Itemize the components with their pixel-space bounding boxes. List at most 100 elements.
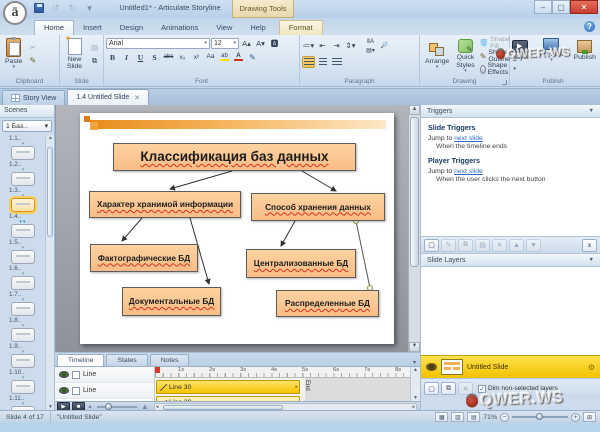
arrange-button[interactable]: Arrange ▾	[422, 42, 452, 70]
slide-layout-button[interactable]: ▤	[88, 42, 101, 54]
shape-box-distributed[interactable]: Распределенные БД	[276, 290, 379, 317]
scene-item-1.10[interactable]: 1.10.. ▾	[1, 369, 45, 394]
slide-thumbnail[interactable]	[11, 172, 35, 186]
quick-styles-button[interactable]: Quick Styles ▾	[453, 38, 478, 73]
align-center-button[interactable]	[316, 56, 329, 68]
lock-checkbox[interactable]	[72, 370, 80, 379]
timeline-object-row[interactable]: Line	[55, 367, 154, 383]
move-down-button[interactable]: ▼	[526, 238, 541, 252]
next-slide-link[interactable]: next slide	[454, 168, 483, 175]
slide-thumbnail[interactable]	[11, 198, 35, 212]
visibility-eye-icon[interactable]	[59, 371, 69, 378]
visibility-eye-icon[interactable]	[59, 387, 69, 394]
scroll-up-icon[interactable]: ▲	[413, 367, 418, 373]
shape-box-storage-method[interactable]: Способ хранения данных	[251, 193, 385, 221]
view-feedback-button[interactable]: ▤	[467, 412, 481, 422]
slide-trigger-item[interactable]: Jump to next slide	[428, 135, 593, 142]
grow-font-button[interactable]: A▴	[240, 37, 253, 49]
duplicate-layer-button[interactable]: ⧉	[441, 382, 456, 395]
slide-thumbnail[interactable]	[11, 276, 35, 290]
bar-resize-handle[interactable]: ▸	[295, 384, 298, 390]
publish-button[interactable]: Publish	[571, 39, 599, 62]
scene-item-1.5[interactable]: 1.5.. ▾	[1, 239, 45, 264]
scene-item-1.7[interactable]: 1.7.. ▾	[1, 291, 45, 316]
timeline-vertical-scrollbar[interactable]: ▲ ▼	[410, 367, 420, 401]
slide-thumbnail[interactable]	[11, 302, 35, 316]
shape-box-character[interactable]: Характер хранимой информации	[89, 191, 241, 218]
clear-formatting-button[interactable]: 🅰	[268, 37, 281, 49]
font-family-select[interactable]: Arial ▾	[106, 37, 210, 49]
shape-box-factual[interactable]: Фактографические БД	[90, 244, 198, 272]
scene-item-1.11[interactable]: 1.11.. ▾	[1, 395, 45, 410]
slide-layers-panel-header[interactable]: Slide Layers ▼	[421, 254, 600, 267]
base-layer-row[interactable]: Untitled Slide ⚙	[421, 355, 600, 378]
scene-dropdown[interactable]: 1 Баз... ▾	[2, 120, 52, 132]
scrollbar-thumb[interactable]	[162, 404, 283, 410]
increase-indent-button[interactable]: ⇥	[330, 40, 343, 52]
scroll-down-icon[interactable]: ▼	[409, 342, 420, 352]
preview-button[interactable]: Preview ▾	[536, 37, 566, 63]
shrink-font-button[interactable]: A▾	[254, 37, 267, 49]
ribbon-tab-view[interactable]: View	[207, 21, 241, 35]
dim-layers-checkbox[interactable]: ✓ Dim non-selected layers	[478, 384, 558, 393]
ribbon-tab-home[interactable]: Home	[34, 20, 75, 35]
move-up-button[interactable]: ▲	[509, 238, 524, 252]
find-button[interactable]: 🔎	[378, 40, 391, 52]
text-shadow-button[interactable]: S	[148, 51, 161, 63]
font-color-button[interactable]: A	[232, 51, 245, 63]
ribbon-tab-format[interactable]: Format	[278, 20, 323, 35]
new-layer-button[interactable]: ▢	[424, 382, 439, 395]
player-button[interactable]: ▶ Player	[507, 39, 532, 62]
align-left-button[interactable]	[302, 56, 315, 68]
delete-layer-button[interactable]: ✕	[458, 382, 473, 395]
ribbon-tab-design[interactable]: Design	[111, 21, 152, 35]
view-story-button[interactable]: ▦	[435, 412, 449, 422]
bullets-button[interactable]: ≔▾	[302, 40, 315, 52]
superscript-button[interactable]: x²	[190, 51, 203, 63]
italic-button[interactable]: I	[120, 51, 133, 63]
manage-variables-button[interactable]: x	[582, 238, 597, 252]
scene-item-1.2[interactable]: 1.2.. ▾	[1, 161, 45, 186]
layer-eye-icon[interactable]	[426, 363, 437, 371]
align-right-button[interactable]	[330, 56, 343, 68]
zoom-out-button[interactable]: −	[500, 412, 509, 422]
timeline-object-row[interactable]: Line	[55, 383, 154, 399]
slide-thumbnail[interactable]	[11, 380, 35, 394]
app-logo[interactable]: ā	[3, 1, 27, 25]
help-icon[interactable]: ?	[584, 21, 595, 32]
strikethrough-button[interactable]: abc	[162, 51, 175, 63]
tab-notes[interactable]: Notes	[149, 354, 190, 366]
save-button[interactable]	[32, 2, 45, 14]
tab-states[interactable]: States	[106, 354, 148, 366]
scrollbar-thumb[interactable]	[410, 117, 419, 267]
scene-item-1.9[interactable]: 1.9.. ▾	[1, 343, 45, 368]
bold-button[interactable]: B	[106, 51, 119, 63]
new-trigger-button[interactable]: ▢	[424, 238, 439, 252]
fit-to-window-button[interactable]: ⊞	[583, 412, 596, 422]
close-tab-icon[interactable]: ✕	[134, 94, 140, 102]
underline-button[interactable]: U	[134, 51, 147, 63]
maximize-button[interactable]: ▢	[552, 0, 570, 14]
scroll-up-icon[interactable]: ▲	[409, 105, 420, 115]
paste-button[interactable]: Paste ▾	[2, 37, 25, 70]
cut-button[interactable]: ✂	[26, 41, 39, 53]
change-case-button[interactable]: Aa	[204, 51, 217, 63]
slide-thumbnail[interactable]	[11, 328, 35, 342]
edit-trigger-button[interactable]: ✎	[441, 238, 456, 252]
zoom-out-mountain-icon[interactable]: ▲	[87, 404, 93, 410]
next-slide-link[interactable]: next slide	[454, 135, 483, 142]
paste-trigger-button[interactable]: ▤	[475, 238, 490, 252]
minimize-button[interactable]: –	[534, 0, 552, 14]
playhead-icon[interactable]	[155, 367, 160, 373]
ribbon-tab-help[interactable]: Help	[241, 21, 274, 35]
triggers-panel-header[interactable]: Triggers ▼	[421, 105, 600, 118]
new-slide-button[interactable]: New Slide	[62, 34, 87, 71]
slide-thumbnail[interactable]	[11, 250, 35, 264]
player-trigger-item[interactable]: Jump to next slide	[428, 168, 593, 175]
tab-timeline[interactable]: Timeline	[57, 354, 105, 366]
lock-checkbox[interactable]	[72, 386, 80, 395]
dialog-launcher-icon[interactable]	[502, 80, 507, 85]
timeline-ruler[interactable]: 1s2s3s4s5s6s7s8s9s	[155, 367, 410, 378]
scene-item-1.1[interactable]: 1.1.. ▾	[1, 135, 45, 160]
close-button[interactable]: ✕	[570, 0, 598, 14]
